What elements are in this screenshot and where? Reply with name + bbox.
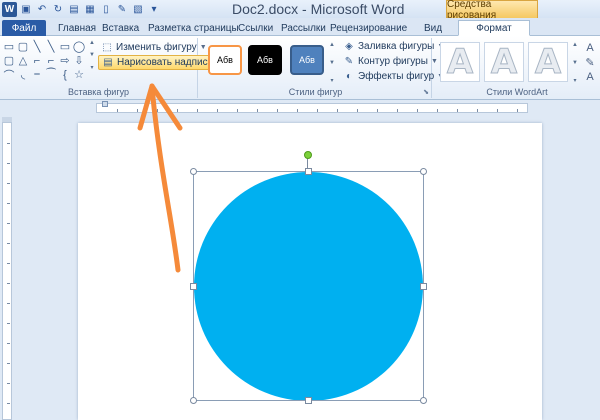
- arrow-head-left: [137, 83, 155, 131]
- annotation-arrow: [137, 83, 183, 273]
